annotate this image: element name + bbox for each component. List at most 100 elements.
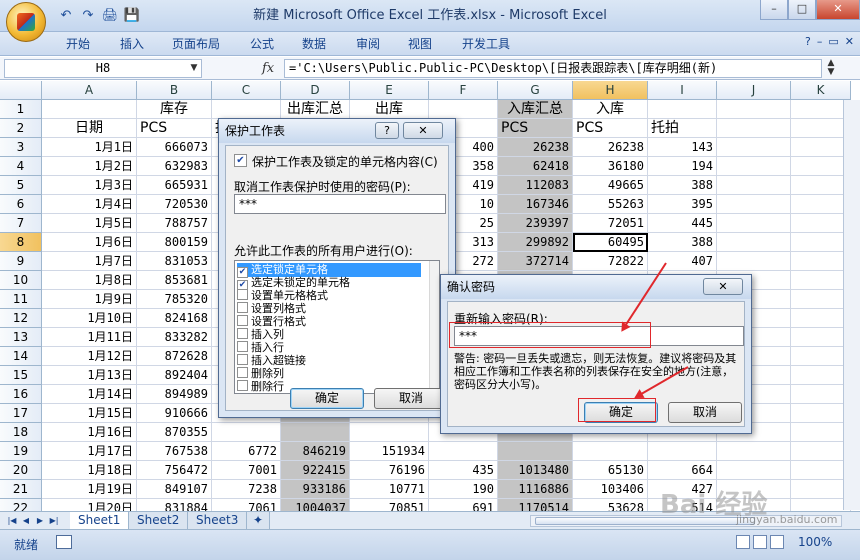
cell[interactable]: 1月15日 [42, 404, 137, 423]
list-item[interactable]: ✔ 选定锁定单元格 [237, 263, 421, 278]
cell[interactable]: 632983 [137, 157, 212, 176]
print-icon[interactable]: 🖨 [100, 7, 120, 25]
cell[interactable]: 785320 [137, 290, 212, 309]
ribbon-close-button[interactable]: ✕ [845, 35, 854, 48]
cell[interactable]: 933186 [281, 480, 350, 499]
cell[interactable] [717, 138, 791, 157]
cell[interactable] [350, 423, 429, 442]
list-item[interactable]: 删除列 [237, 367, 421, 381]
first-sheet-icon[interactable]: |◀ [6, 513, 18, 528]
cell[interactable]: 1月18日 [42, 461, 137, 480]
sheet-tab-1[interactable]: Sheet1 [70, 512, 130, 529]
cell[interactable] [717, 119, 791, 138]
page-layout-view-icon[interactable] [753, 535, 767, 549]
permission-checkbox[interactable] [237, 380, 248, 391]
cell[interactable]: 36180 [573, 157, 648, 176]
insert-sheet-icon[interactable]: ✦ [247, 512, 271, 529]
help-icon[interactable]: ? [375, 122, 399, 139]
tab-home[interactable]: 开始 [66, 32, 90, 56]
cell[interactable]: 664 [648, 461, 717, 480]
cell[interactable]: 1月9日 [42, 290, 137, 309]
cell[interactable] [42, 100, 137, 119]
cell[interactable]: 239397 [498, 214, 573, 233]
cell[interactable]: 1月6日 [42, 233, 137, 252]
cell[interactable]: 26238 [573, 138, 648, 157]
cell[interactable] [791, 423, 851, 442]
cell[interactable] [717, 100, 791, 119]
cell[interactable]: 1013480 [498, 461, 573, 480]
cell[interactable] [791, 366, 851, 385]
function-icon[interactable]: fx [262, 59, 278, 78]
column-header[interactable]: K [791, 81, 851, 100]
cell[interactable] [791, 271, 851, 290]
cell[interactable]: 666073 [137, 138, 212, 157]
help-icon[interactable]: ? [805, 35, 811, 48]
ribbon-restore-button[interactable]: ▭ [828, 35, 838, 48]
list-scrollbar[interactable] [429, 261, 439, 393]
next-sheet-icon[interactable]: ▶ [34, 513, 46, 528]
cell[interactable]: 76196 [350, 461, 429, 480]
cell[interactable] [791, 119, 851, 138]
cell[interactable]: 767538 [137, 442, 212, 461]
cell[interactable]: 1月4日 [42, 195, 137, 214]
cell[interactable]: 870355 [137, 423, 212, 442]
cell[interactable]: 872628 [137, 347, 212, 366]
cell[interactable]: 1月20日 [42, 499, 137, 511]
cell[interactable]: 853681 [137, 271, 212, 290]
cell[interactable] [648, 442, 717, 461]
cell[interactable] [791, 442, 851, 461]
cell[interactable] [429, 100, 498, 119]
cell[interactable]: 53628 [573, 499, 648, 511]
cell[interactable] [791, 404, 851, 423]
cell[interactable]: 831053 [137, 252, 212, 271]
cell[interactable]: 892404 [137, 366, 212, 385]
cell[interactable]: 910666 [137, 404, 212, 423]
cell[interactable] [791, 138, 851, 157]
cell[interactable]: 出库汇总 [281, 100, 350, 119]
column-header[interactable]: G [498, 81, 573, 100]
cell[interactable]: 1月19日 [42, 480, 137, 499]
cell[interactable]: 1月5日 [42, 214, 137, 233]
cell[interactable] [429, 442, 498, 461]
cell[interactable] [498, 442, 573, 461]
cell[interactable]: 1月14日 [42, 385, 137, 404]
permission-checkbox[interactable] [237, 328, 248, 339]
column-header[interactable]: I [648, 81, 717, 100]
cell[interactable]: 407 [648, 252, 717, 271]
cell[interactable]: 922415 [281, 461, 350, 480]
prev-sheet-icon[interactable]: ◀ [20, 513, 32, 528]
office-button[interactable] [6, 2, 46, 42]
cell[interactable]: 372714 [498, 252, 573, 271]
cell[interactable]: 26238 [498, 138, 573, 157]
cell[interactable] [791, 328, 851, 347]
cell[interactable]: 112083 [498, 176, 573, 195]
permission-checkbox[interactable] [237, 289, 248, 300]
cell[interactable]: 1月13日 [42, 366, 137, 385]
protect-checkbox[interactable]: ✔ [234, 154, 247, 167]
cell[interactable]: 7238 [212, 480, 281, 499]
cell[interactable]: 435 [429, 461, 498, 480]
tab-developer[interactable]: 开发工具 [462, 32, 510, 56]
formula-input[interactable]: ='C:\Users\Public.Public-PC\Desktop\[日报表… [284, 59, 822, 78]
last-sheet-icon[interactable]: ▶| [48, 513, 60, 528]
password-field[interactable]: *** [234, 194, 446, 214]
cell[interactable] [717, 252, 791, 271]
cell[interactable]: 1月10日 [42, 309, 137, 328]
save-icon[interactable]: 💾 [122, 7, 142, 25]
close-icon[interactable]: ✕ [703, 278, 743, 295]
cell[interactable]: 1月16日 [42, 423, 137, 442]
cell[interactable] [648, 100, 717, 119]
permission-checkbox[interactable] [237, 354, 248, 365]
redo-icon[interactable]: ↷ [78, 7, 98, 25]
cell[interactable]: 788757 [137, 214, 212, 233]
cell[interactable] [791, 480, 851, 499]
cell[interactable]: 1116886 [498, 480, 573, 499]
column-header[interactable]: A [42, 81, 137, 100]
cell[interactable]: 72051 [573, 214, 648, 233]
column-header[interactable]: F [429, 81, 498, 100]
cancel-button[interactable]: 取消 [668, 402, 742, 423]
cell[interactable]: 10771 [350, 480, 429, 499]
cell[interactable]: 日期 [42, 119, 137, 138]
list-item[interactable]: ✔ 选定未锁定的单元格 [237, 276, 421, 291]
sheet-tab-2[interactable]: Sheet2 [129, 512, 189, 529]
